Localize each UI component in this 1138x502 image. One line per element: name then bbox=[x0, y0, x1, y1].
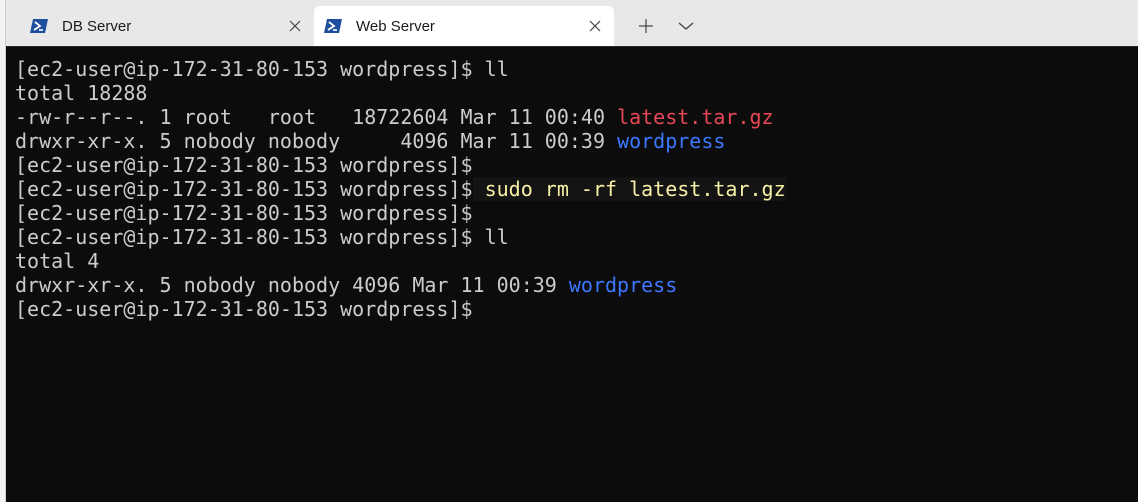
terminal-output[interactable]: [ec2-user@ip-172-31-80-153 wordpress]$ l… bbox=[6, 46, 1138, 502]
terminal-line: drwxr-xr-x. 5 nobody nobody 4096 Mar 11 … bbox=[15, 129, 1138, 153]
prompt: [ec2-user@ip-172-31-80-153 wordpress]$ bbox=[15, 57, 473, 81]
terminal-line: total 18288 bbox=[15, 81, 1138, 105]
tab-label: DB Server bbox=[62, 17, 132, 35]
terminal-window: DB Server Web Server [ec2-user@ip-172-31… bbox=[0, 0, 1138, 502]
terminal-line: -rw-r--r--. 1 root root 18722604 Mar 11 … bbox=[15, 105, 1138, 129]
directory-name: wordpress bbox=[568, 273, 678, 297]
terminal-line: [ec2-user@ip-172-31-80-153 wordpress]$ bbox=[15, 153, 1138, 177]
plus-icon bbox=[639, 19, 653, 33]
close-icon[interactable] bbox=[280, 11, 310, 41]
prompt: [ec2-user@ip-172-31-80-153 wordpress]$ bbox=[15, 225, 473, 249]
terminal-line: [ec2-user@ip-172-31-80-153 wordpress]$ bbox=[15, 297, 1138, 321]
prompt: [ec2-user@ip-172-31-80-153 wordpress]$ bbox=[15, 201, 473, 225]
tab-web-server[interactable]: Web Server bbox=[314, 6, 614, 46]
prompt: [ec2-user@ip-172-31-80-153 wordpress]$ bbox=[15, 177, 473, 201]
output-text: total 18288 bbox=[15, 81, 148, 105]
terminal-line: total 4 bbox=[15, 249, 1138, 273]
file-meta: drwxr-xr-x. 5 nobody nobody 4096 Mar 11 … bbox=[15, 273, 569, 297]
close-icon[interactable] bbox=[580, 11, 610, 41]
tab-label: Web Server bbox=[356, 17, 435, 35]
terminal-line: [ec2-user@ip-172-31-80-153 wordpress]$ bbox=[15, 201, 1138, 225]
powershell-icon bbox=[30, 19, 48, 33]
command: sudo rm -rf latest.tar.gz bbox=[472, 177, 786, 201]
tab-dropdown-button[interactable] bbox=[668, 10, 704, 42]
tab-bar: DB Server Web Server bbox=[6, 0, 1138, 46]
command: ll bbox=[472, 225, 509, 249]
directory-name: wordpress bbox=[617, 129, 726, 153]
file-meta: -rw-r--r--. 1 root root 18722604 Mar 11 … bbox=[15, 105, 618, 129]
command: ll bbox=[472, 57, 509, 81]
prompt: [ec2-user@ip-172-31-80-153 wordpress]$ bbox=[15, 297, 473, 321]
terminal-line: [ec2-user@ip-172-31-80-153 wordpress]$ s… bbox=[15, 177, 1138, 201]
chevron-down-icon bbox=[678, 22, 694, 30]
terminal-line: [ec2-user@ip-172-31-80-153 wordpress]$ l… bbox=[15, 225, 1138, 249]
terminal-line: [ec2-user@ip-172-31-80-153 wordpress]$ l… bbox=[15, 57, 1138, 81]
prompt: [ec2-user@ip-172-31-80-153 wordpress]$ bbox=[15, 153, 473, 177]
tab-db-server[interactable]: DB Server bbox=[20, 6, 314, 46]
powershell-icon bbox=[324, 19, 342, 33]
output-text: total 4 bbox=[15, 249, 100, 273]
new-tab-button[interactable] bbox=[628, 10, 664, 42]
file-meta: drwxr-xr-x. 5 nobody nobody 4096 Mar 11 … bbox=[15, 129, 618, 153]
terminal-line: drwxr-xr-x. 5 nobody nobody 4096 Mar 11 … bbox=[15, 273, 1138, 297]
file-name: latest.tar.gz bbox=[617, 105, 774, 129]
